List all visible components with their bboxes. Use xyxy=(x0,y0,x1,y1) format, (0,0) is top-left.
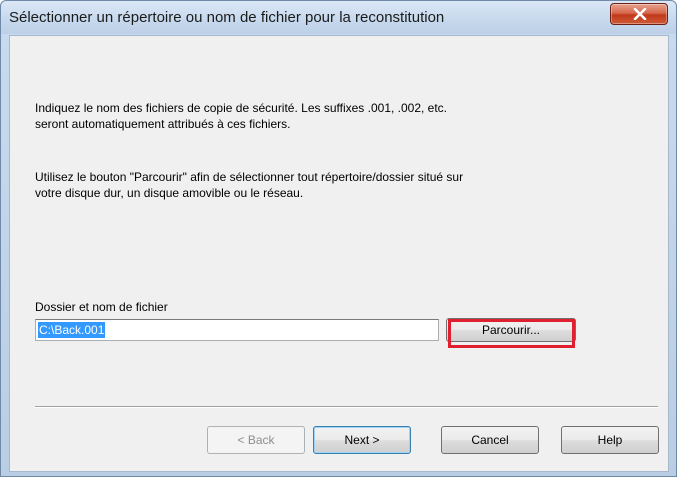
instruction-line: votre disque dur, un disque amovible ou … xyxy=(35,186,304,200)
instruction-line: seront automatiquement attribués à ces f… xyxy=(35,117,291,131)
close-button[interactable] xyxy=(610,3,668,25)
close-icon xyxy=(633,8,647,20)
help-button[interactable]: Help xyxy=(561,426,659,454)
separator xyxy=(35,406,658,408)
title-bar[interactable]: Sélectionner un répertoire ou nom de fic… xyxy=(1,1,676,34)
dialog-body: Indiquez le nom des fichiers de copie de… xyxy=(9,35,669,472)
instruction-line: Utilisez le bouton "Parcourir" afin de s… xyxy=(35,170,464,184)
instruction-line: Indiquez le nom des fichiers de copie de… xyxy=(35,101,448,115)
window-title: Sélectionner un répertoire ou nom de fic… xyxy=(9,9,445,26)
next-button[interactable]: Next > xyxy=(313,426,411,454)
file-path-value: C:\Back.001 xyxy=(38,322,106,338)
file-path-label: Dossier et nom de fichier xyxy=(35,300,168,314)
browse-button[interactable]: Parcourir... xyxy=(446,318,576,342)
file-path-input[interactable]: C:\Back.001 xyxy=(35,319,439,341)
cancel-button[interactable]: Cancel xyxy=(441,426,539,454)
dialog-window: Sélectionner un répertoire ou nom de fic… xyxy=(0,0,677,477)
back-button[interactable]: < Back xyxy=(207,426,305,454)
